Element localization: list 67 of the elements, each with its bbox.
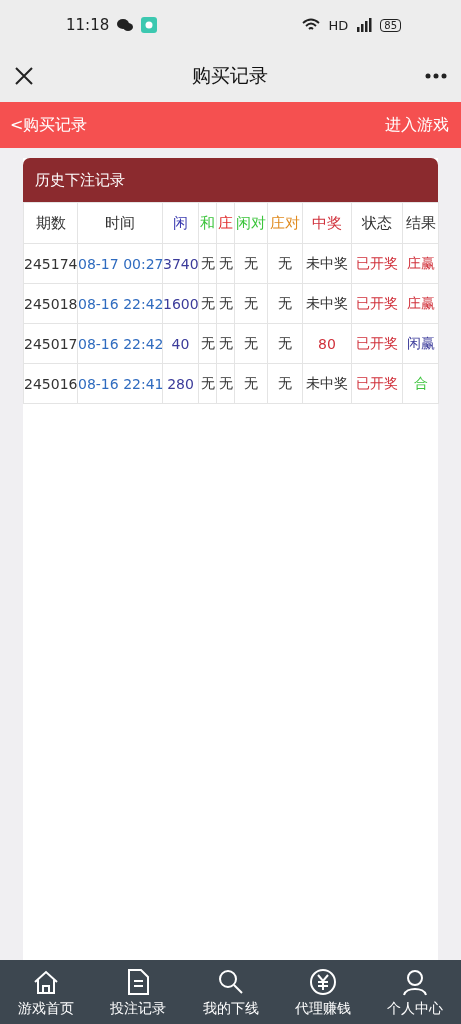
app-icon [141,17,158,33]
table-cell: 08-16 22:42 [77,323,163,364]
table-cell: 245174 [23,243,78,284]
table-cell: 80 [302,323,352,364]
table-cell: 245016 [23,363,78,404]
table-cell: 08-16 22:42 [77,283,163,324]
wifi-icon [302,18,321,32]
table-cell: 无 [267,323,303,364]
table-cell: 08-17 00:27 [77,243,163,284]
tab-item[interactable]: 代理赚钱 [276,960,369,1024]
tab-item[interactable]: 我的下线 [184,960,277,1024]
table-cell: 无 [216,283,235,324]
page-title: 购买记录 [191,63,268,88]
table-cell: 无 [198,243,217,284]
network-label: HD [328,17,349,33]
table-cell: 40 [162,323,199,364]
panel-title: 历史下注记录 [23,158,438,202]
table-cell: 已开奖 [351,283,403,324]
table-cell: 无 [267,243,303,284]
table-cell: 庄赢 [402,283,439,324]
table-cell: 闲赢 [402,323,439,364]
battery-level: 85 [380,18,401,32]
table-cell: 245018 [23,283,78,324]
table-cell: 无 [267,363,303,404]
chat-icon [117,18,134,32]
table-cell: 无 [216,323,235,364]
table-cell: 无 [216,363,235,404]
table-cell: 合 [402,363,439,404]
table-cell: 3740 [162,243,199,284]
table-cell: 245017 [23,323,78,364]
tab-item[interactable]: 投注记录 [92,960,185,1024]
tab-item[interactable]: 游戏首页 [0,960,93,1024]
column-header: 闲对 [234,202,268,244]
column-header: 庄 [216,202,235,244]
table-cell: 已开奖 [351,363,403,404]
table-cell: 已开奖 [351,243,403,284]
table-cell: 庄赢 [402,243,439,284]
table-cell: 无 [267,283,303,324]
close-icon[interactable] [14,66,34,86]
column-header: 结果 [402,202,439,244]
column-header: 期数 [23,202,78,244]
column-header: 中奖 [302,202,352,244]
column-header: 时间 [77,202,163,244]
table-cell: 无 [234,363,268,404]
table-cell: 无 [216,243,235,284]
table-cell: 未中奖 [302,243,352,284]
signal-icon [356,18,373,32]
more-icon[interactable] [425,73,447,79]
table-cell: 未中奖 [302,283,352,324]
table-cell: 无 [198,283,217,324]
table-cell: 无 [198,323,217,364]
yen-icon [307,966,338,997]
column-header: 闲 [162,202,199,244]
table-cell: 未中奖 [302,363,352,404]
column-header: 状态 [351,202,403,244]
tab-item[interactable]: 个人中心 [368,960,461,1024]
table-cell: 无 [198,363,217,404]
table-cell: 无 [234,323,268,364]
table-cell: 已开奖 [351,323,403,364]
table-cell: 08-16 22:41 [77,363,163,404]
status-time: 11:18 [66,16,110,34]
table-cell: 280 [162,363,199,404]
table-cell: 无 [234,243,268,284]
column-header: 和 [198,202,217,244]
column-header: 庄对 [267,202,303,244]
table-cell: 1600 [162,283,199,324]
table-cell: 无 [234,283,268,324]
